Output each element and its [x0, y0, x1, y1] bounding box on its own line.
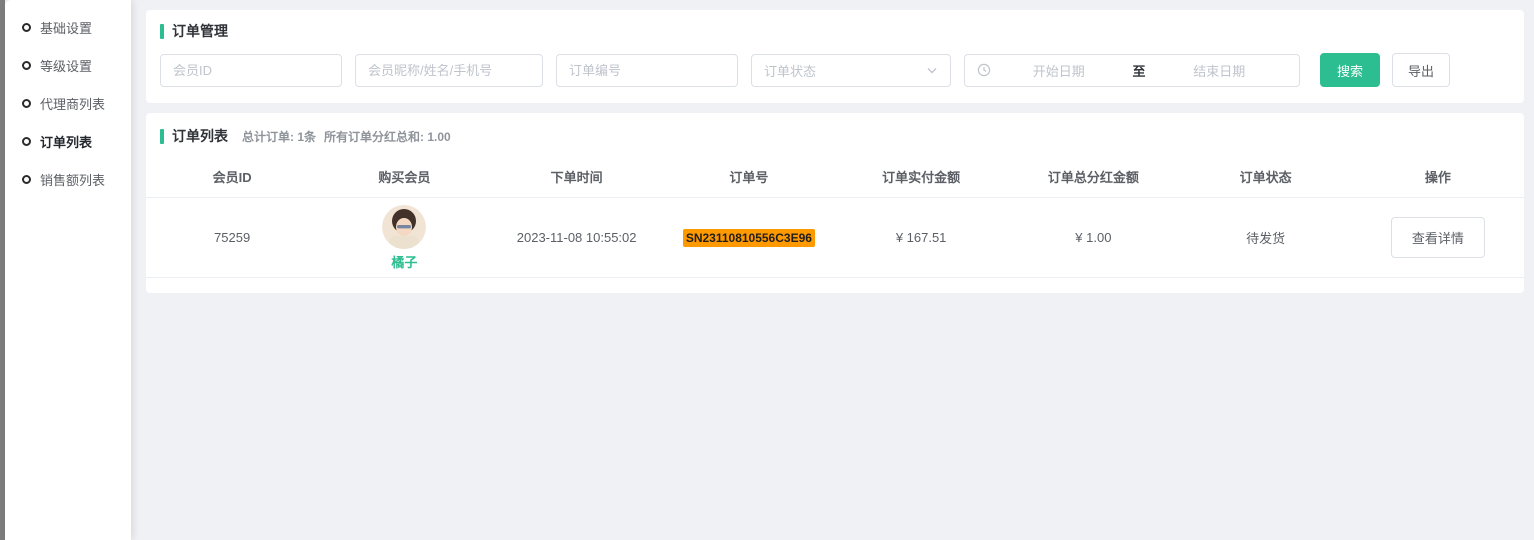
buyer-nickname[interactable]: 橘子 — [391, 252, 417, 271]
cell-order-status: 待发货 — [1180, 228, 1352, 247]
circle-icon — [22, 23, 31, 32]
sidebar-item-label: 代理商列表 — [40, 94, 105, 113]
cell-actions: 查看详情 — [1352, 217, 1524, 258]
circle-icon — [22, 137, 31, 146]
clock-icon — [977, 63, 991, 77]
col-buyer: 购买会员 — [318, 167, 490, 186]
cell-buyer: 橘子 — [318, 205, 490, 271]
sidebar-item-label: 基础设置 — [40, 18, 92, 37]
sidebar-item-sales-list[interactable]: 销售额列表 — [5, 160, 131, 198]
col-actions: 操作 — [1352, 167, 1524, 186]
buyer-avatar[interactable] — [382, 205, 426, 249]
date-range-picker[interactable]: 开始日期 至 结束日期 — [964, 54, 1300, 87]
accent-bar — [160, 24, 164, 39]
view-detail-button[interactable]: 查看详情 — [1391, 217, 1485, 258]
order-no-highlight: SN23110810556C3E96 — [683, 229, 815, 247]
cell-order-time: 2023-11-08 10:55:02 — [491, 230, 663, 245]
order-list-panel: 订单列表 总计订单: 1条 所有订单分红总和: 1.00 会员ID 购买会员 下… — [146, 113, 1524, 293]
col-dividend-amount: 订单总分红金额 — [1007, 167, 1179, 186]
table-header-row: 会员ID 购买会员 下单时间 订单号 订单实付金额 订单总分红金额 订单状态 操… — [146, 156, 1524, 198]
sidebar-item-level-settings[interactable]: 等级设置 — [5, 46, 131, 84]
page-title: 订单管理 — [172, 21, 228, 41]
accent-bar — [160, 129, 164, 144]
end-date-placeholder[interactable]: 结束日期 — [1152, 61, 1288, 80]
col-member-id: 会员ID — [146, 167, 318, 186]
sidebar: 基础设置 等级设置 代理商列表 订单列表 销售额列表 — [5, 0, 131, 540]
list-title: 订单列表 — [172, 126, 228, 146]
cell-dividend-amount: ¥ 1.00 — [1007, 230, 1179, 245]
sidebar-item-basic-settings[interactable]: 基础设置 — [5, 8, 131, 46]
start-date-placeholder[interactable]: 开始日期 — [991, 61, 1127, 80]
filter-row: 订单状态 开始日期 至 结束日期 搜索 导出 — [160, 53, 1510, 87]
order-status-placeholder: 订单状态 — [764, 61, 926, 80]
col-order-no: 订单号 — [663, 167, 835, 186]
cell-order-no: SN23110810556C3E96 — [663, 229, 835, 247]
total-orders-summary: 总计订单: 1条 — [242, 128, 316, 145]
member-id-input[interactable] — [160, 54, 342, 87]
circle-icon — [22, 175, 31, 184]
list-section-title: 订单列表 总计订单: 1条 所有订单分红总和: 1.00 — [146, 126, 1524, 146]
order-filter-panel: 订单管理 订单状态 开始日期 至 结束日期 — [146, 10, 1524, 103]
orders-table: 会员ID 购买会员 下单时间 订单号 订单实付金额 订单总分红金额 订单状态 操… — [146, 156, 1524, 278]
circle-icon — [22, 99, 31, 108]
sidebar-item-agent-list[interactable]: 代理商列表 — [5, 84, 131, 122]
circle-icon — [22, 61, 31, 70]
table-row: 75259 橘子 — [146, 198, 1524, 278]
export-button[interactable]: 导出 — [1392, 53, 1450, 87]
col-order-time: 下单时间 — [491, 167, 663, 186]
order-status-select[interactable]: 订单状态 — [751, 54, 951, 87]
dividend-total-summary: 所有订单分红总和: 1.00 — [324, 128, 451, 145]
cell-paid-amount: ¥ 167.51 — [835, 230, 1007, 245]
order-no-input[interactable] — [556, 54, 738, 87]
member-info-input[interactable] — [355, 54, 543, 87]
col-order-status: 订单状态 — [1180, 167, 1352, 186]
main-content: 订单管理 订单状态 开始日期 至 结束日期 — [131, 0, 1534, 540]
sidebar-item-label: 等级设置 — [40, 56, 92, 75]
sidebar-item-order-list[interactable]: 订单列表 — [5, 122, 131, 160]
date-range-separator: 至 — [1127, 61, 1152, 80]
col-paid-amount: 订单实付金额 — [835, 167, 1007, 186]
cell-member-id: 75259 — [146, 230, 318, 245]
filter-section-title: 订单管理 — [160, 21, 1510, 41]
app-window: 基础设置 等级设置 代理商列表 订单列表 销售额列表 订单管理 — [0, 0, 1534, 540]
search-button[interactable]: 搜索 — [1320, 53, 1380, 87]
sidebar-item-label: 订单列表 — [40, 132, 92, 151]
sidebar-item-label: 销售额列表 — [40, 170, 105, 189]
chevron-down-icon — [926, 64, 938, 76]
